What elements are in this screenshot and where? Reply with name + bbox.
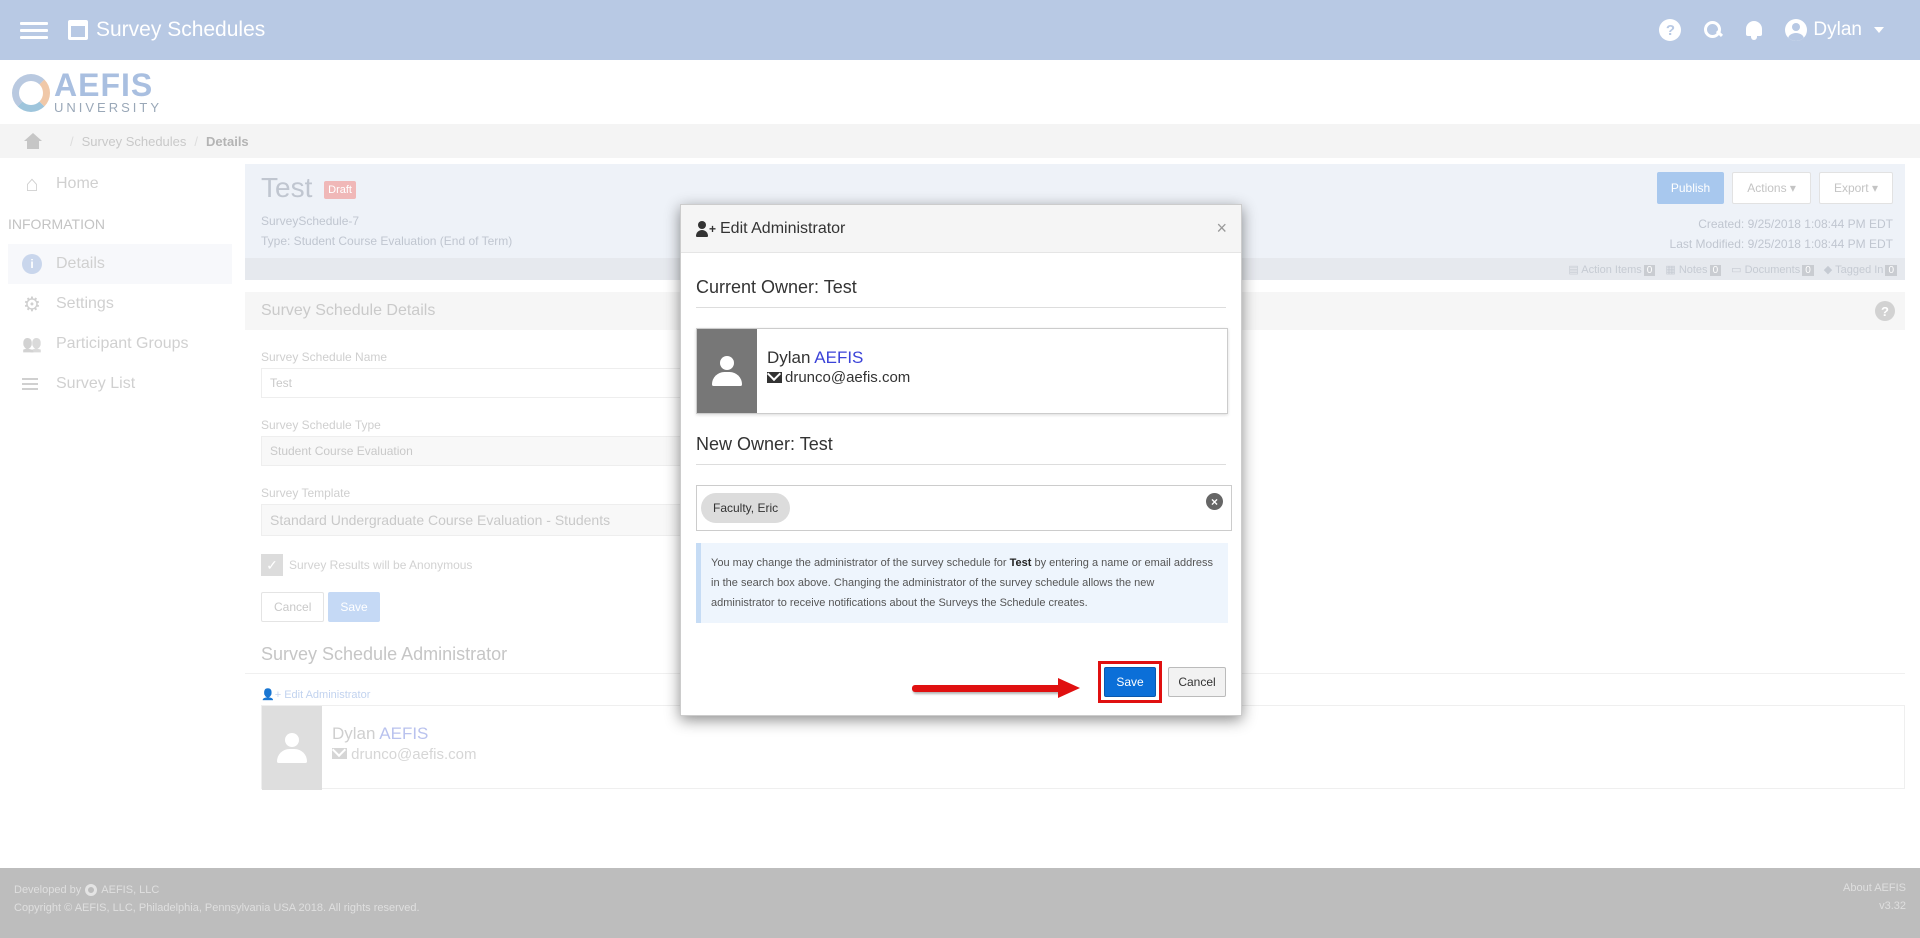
owner-name: Dylan AEFIS [767, 348, 864, 367]
modal-title: Edit Administrator [720, 219, 846, 237]
selected-owner-chip[interactable]: Faculty, Eric [701, 493, 791, 523]
current-owner-card: Dylan AEFIS drunco@aefis.com [696, 328, 1228, 414]
owner-email: drunco@aefis.com [767, 369, 910, 386]
avatar [697, 329, 757, 413]
info-note: You may change the administrator of the … [696, 543, 1228, 623]
new-owner-search-input[interactable]: Faculty, Eric × [696, 485, 1232, 531]
modal-cancel-button[interactable]: Cancel [1168, 667, 1226, 697]
edit-administrator-modal: + Edit Administrator × Current Owner: Te… [680, 204, 1242, 716]
modal-save-button[interactable]: Save [1104, 667, 1156, 697]
clear-selection-icon[interactable]: × [1206, 493, 1223, 510]
mail-icon [767, 372, 782, 383]
annotation-arrow-icon [912, 678, 1082, 698]
modal-header: + Edit Administrator × [681, 205, 1241, 253]
person-icon [712, 356, 742, 386]
user-plus-icon: + [696, 220, 718, 237]
current-owner-heading: Current Owner: Test [696, 277, 1226, 308]
save-highlight-box: Save [1098, 661, 1162, 703]
close-icon[interactable]: × [1216, 218, 1227, 239]
new-owner-heading: New Owner: Test [696, 434, 1226, 465]
